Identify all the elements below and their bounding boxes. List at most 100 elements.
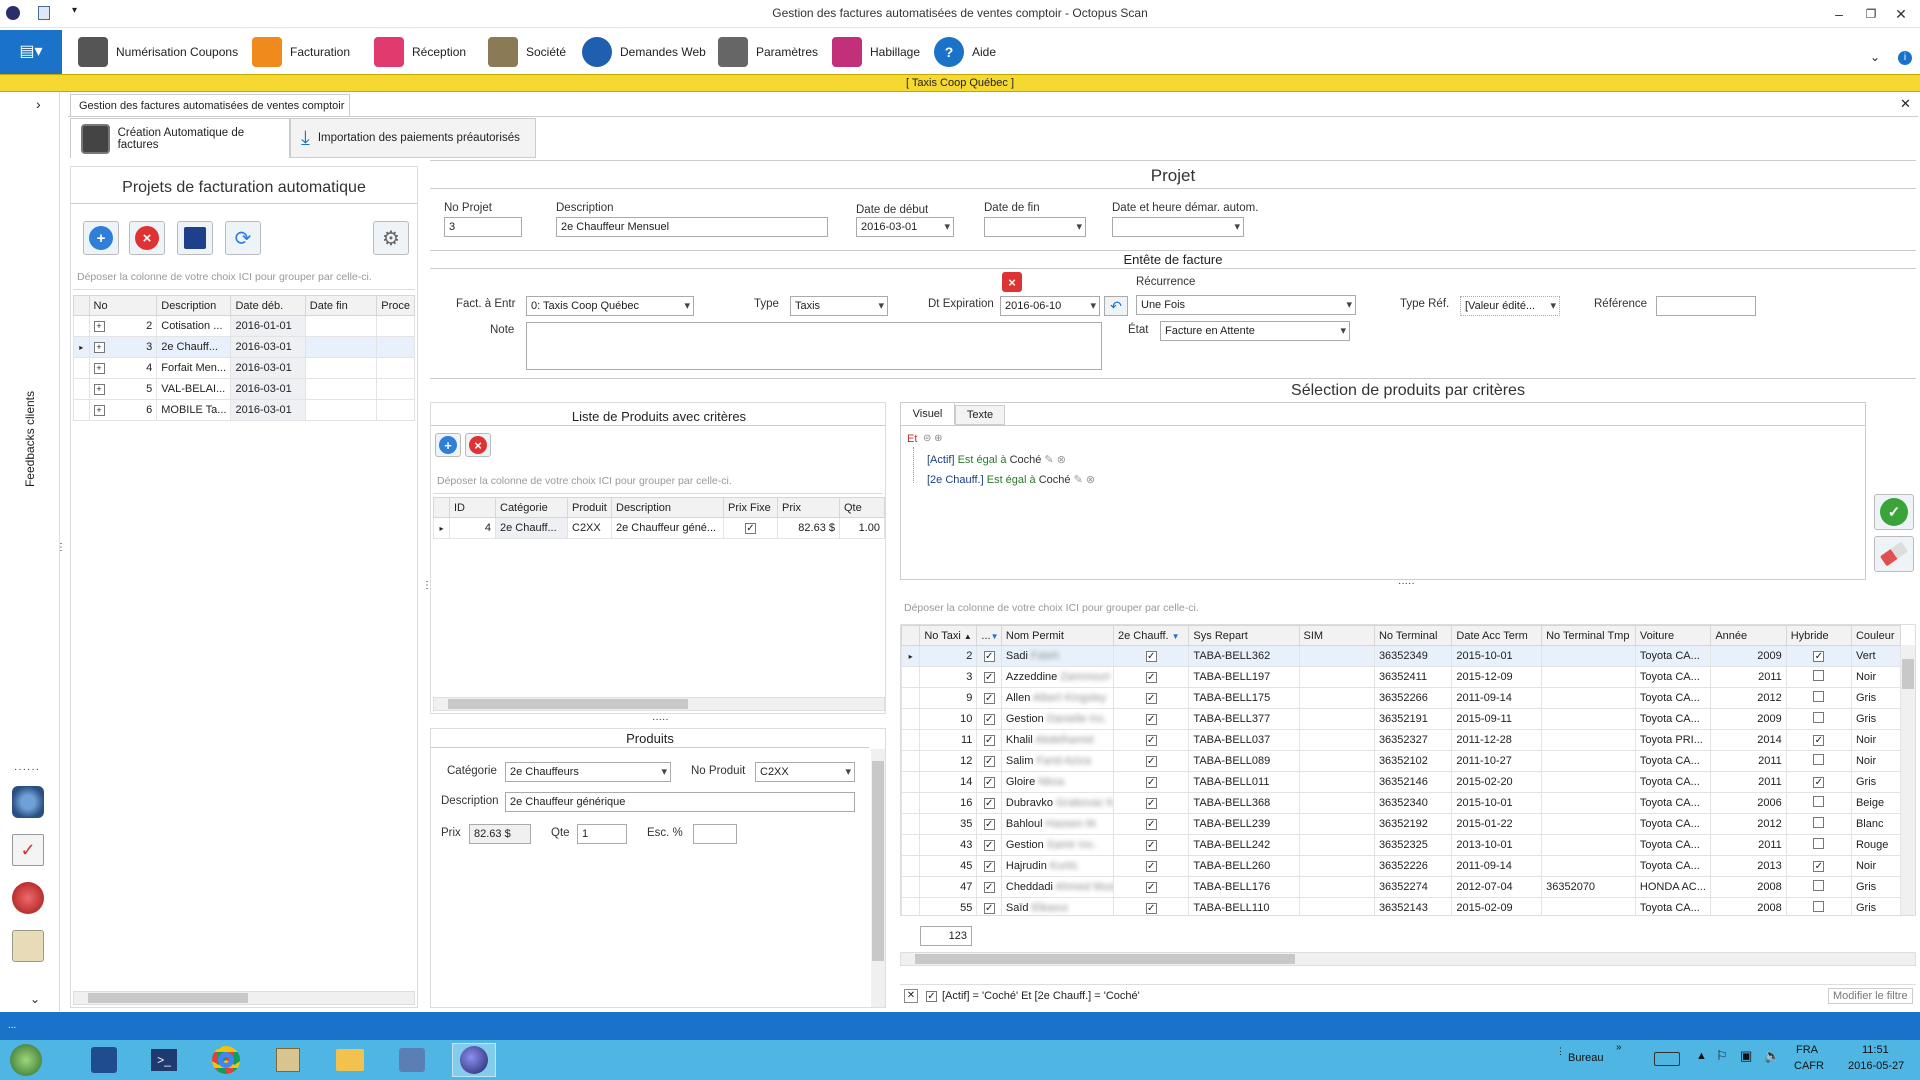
sys-repart-cell[interactable]: TABA-BELL176	[1188, 876, 1300, 898]
no-terminal-tmp-cell[interactable]	[1541, 897, 1636, 915]
no-terminal-tmp-cell[interactable]	[1541, 666, 1636, 688]
voiture-cell[interactable]: Toyota CA...	[1634, 855, 1712, 877]
hybride-cell[interactable]: ✓	[1785, 855, 1852, 877]
table-row[interactable]: 45 ✓ Hajrudin Kurtic ✓ TABA-BELL260 36352226 2…	[901, 855, 1902, 877]
red-globe-icon[interactable]	[12, 882, 44, 914]
sys-repart-cell[interactable]: TABA-BELL260	[1188, 855, 1300, 877]
nom-permit-cell[interactable]: Allen Albert Kingsley	[1000, 687, 1115, 709]
expand-row-icon[interactable]: +	[93, 342, 105, 353]
sim-cell[interactable]	[1298, 771, 1375, 793]
no-terminal-cell[interactable]: 36352266	[1373, 687, 1453, 709]
condition-2-value[interactable]: Coché	[1039, 474, 1071, 486]
sim-cell[interactable]	[1298, 750, 1375, 772]
date-acc-term-cell[interactable]: 2011-09-14	[1451, 687, 1543, 709]
filter-condition-1[interactable]: [Actif] Est égal à Coché ✎ ⊗	[927, 453, 1066, 466]
actif-checkbox[interactable]: ✓	[983, 840, 995, 851]
no-terminal-cell[interactable]: 36352274	[1373, 876, 1453, 898]
qte-cell[interactable]: 1.00	[839, 517, 885, 539]
table-row[interactable]: 9 ✓ Allen Albert Kingsley ✓ TABA-BELL175 3635…	[901, 687, 1902, 709]
couleur-cell[interactable]: Rouge	[1850, 834, 1902, 856]
taskbar-app-octopus[interactable]	[452, 1043, 496, 1077]
actif-cell[interactable]: ✓	[976, 813, 1002, 835]
col-sim[interactable]: SIM	[1298, 625, 1375, 646]
no-taxi-cell[interactable]: 10	[919, 708, 978, 730]
no-terminal-cell[interactable]: 36352102	[1373, 750, 1453, 772]
no-terminal-cell[interactable]: 36352192	[1373, 813, 1453, 835]
nom-permit-cell[interactable]: Dubravko Grabovac K.	[1000, 792, 1115, 814]
proce-cell[interactable]	[376, 336, 415, 358]
description-cell[interactable]: Cotisation ...	[156, 315, 232, 337]
type-dropdown[interactable]: Taxis	[790, 296, 888, 316]
voiture-cell[interactable]: Toyota CA...	[1634, 834, 1712, 856]
categorie-cell[interactable]: 2e Chauff...	[495, 517, 568, 539]
actif-checkbox[interactable]: ✓	[983, 651, 995, 662]
annee-cell[interactable]: 2013	[1710, 855, 1787, 877]
col-date-fin[interactable]: Date fin	[304, 295, 378, 316]
actif-checkbox[interactable]: ✓	[983, 735, 995, 746]
annee-cell[interactable]: 2008	[1710, 897, 1787, 915]
2e-chauff-cell[interactable]: ✓	[1112, 708, 1190, 730]
clock-time[interactable]: 11:51	[1862, 1044, 1889, 1056]
table-row[interactable]: +4 Forfait Men... 2016-03-01	[73, 357, 415, 379]
hybride-cell[interactable]	[1785, 813, 1852, 835]
hybride-cell[interactable]	[1785, 792, 1852, 814]
nom-permit-cell[interactable]: Khalil Abdelhamid	[1000, 729, 1115, 751]
ledger-icon[interactable]	[12, 930, 44, 962]
no-taxi-cell[interactable]: 12	[919, 750, 978, 772]
end-cell[interactable]	[304, 399, 378, 421]
description-cell[interactable]: 2e Chauffeur géné...	[611, 517, 724, 539]
date-acc-term-cell[interactable]: 2015-02-09	[1451, 897, 1543, 915]
no-terminal-cell[interactable]: 36352411	[1373, 666, 1453, 688]
no-cell[interactable]: +3	[88, 336, 158, 358]
voiture-cell[interactable]: Toyota CA...	[1634, 813, 1712, 835]
col-date-deb[interactable]: Date déb.	[230, 295, 306, 316]
2e-chauff-checkbox[interactable]: ✓	[1145, 693, 1157, 704]
proce-cell[interactable]	[376, 378, 415, 400]
actif-checkbox[interactable]: ✓	[983, 798, 995, 809]
hybride-checkbox[interactable]: ✓	[1813, 651, 1825, 662]
voiture-cell[interactable]: Toyota CA...	[1634, 750, 1712, 772]
table-row[interactable]: 16 ✓ Dubravko Grabovac K. ✓ TABA-BELL368 3635…	[901, 792, 1902, 814]
expand-row-icon[interactable]: +	[93, 363, 105, 374]
expiration-picker[interactable]: 2016-06-10	[1000, 296, 1100, 316]
taskbar-app-5[interactable]	[328, 1043, 372, 1077]
actif-checkbox[interactable]: ✓	[983, 777, 995, 788]
table-row[interactable]: ▸ +3 2e Chauff... 2016-03-01	[73, 336, 415, 358]
col-proce[interactable]: Proce	[376, 295, 415, 316]
hybride-cell[interactable]: ✓	[1785, 771, 1852, 793]
actif-cell[interactable]: ✓	[976, 750, 1002, 772]
actif-checkbox[interactable]: ✓	[983, 819, 995, 830]
no-taxi-cell[interactable]: 2	[919, 645, 978, 667]
actif-cell[interactable]: ✓	[976, 897, 1002, 915]
proce-cell[interactable]	[376, 315, 415, 337]
sys-repart-cell[interactable]: TABA-BELL197	[1188, 666, 1300, 688]
settings-button[interactable]: ⚙	[373, 221, 409, 255]
col-date-acc-term[interactable]: Date Acc Term	[1451, 625, 1543, 646]
col-description[interactable]: Description	[156, 295, 232, 316]
language-code[interactable]: FRA	[1796, 1044, 1818, 1056]
2e-chauff-checkbox[interactable]: ✓	[1145, 819, 1157, 830]
no-cell[interactable]: +4	[88, 357, 158, 379]
toolbar-chevron-icon[interactable]: »	[1616, 1042, 1622, 1053]
sys-repart-cell[interactable]: TABA-BELL175	[1188, 687, 1300, 709]
annee-cell[interactable]: 2012	[1710, 813, 1787, 835]
sim-cell[interactable]	[1298, 813, 1375, 835]
no-taxi-cell[interactable]: 55	[919, 897, 978, 915]
sim-cell[interactable]	[1298, 876, 1375, 898]
col-produit[interactable]: Produit	[567, 497, 612, 518]
date-acc-term-cell[interactable]: 2011-10-27	[1451, 750, 1543, 772]
col-voiture[interactable]: Voiture	[1634, 625, 1712, 646]
proce-cell[interactable]	[376, 357, 415, 379]
hybride-checkbox[interactable]	[1813, 838, 1825, 849]
couleur-cell[interactable]: Noir	[1850, 729, 1902, 751]
edit-condition-icon[interactable]: ✎ ⊗	[1074, 474, 1096, 486]
hybride-cell[interactable]	[1785, 666, 1852, 688]
couleur-cell[interactable]: Gris	[1850, 876, 1902, 898]
2e-chauff-cell[interactable]: ✓	[1112, 687, 1190, 709]
rail-splitter[interactable]: ⋮	[56, 542, 66, 553]
products-hscroll[interactable]	[433, 697, 885, 711]
actif-cell[interactable]: ✓	[976, 876, 1002, 898]
group-by-zone[interactable]: Déposer la colonne de votre choix ICI po…	[73, 265, 415, 290]
taxi-vscroll[interactable]	[1901, 645, 1915, 915]
tab-visuel[interactable]: Visuel	[901, 403, 955, 425]
